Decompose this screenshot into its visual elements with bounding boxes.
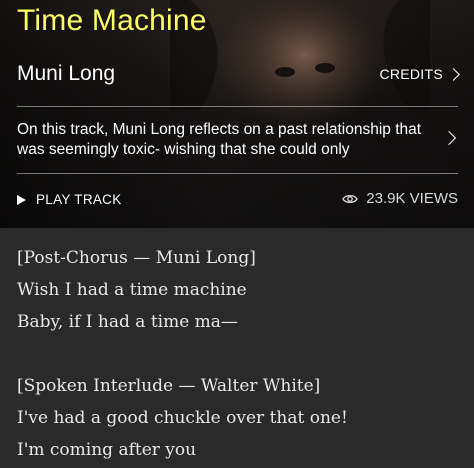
song-title: Time Machine xyxy=(17,4,207,37)
divider xyxy=(17,173,458,174)
lyric-section-header: [Post-Chorus — Muni Long] xyxy=(17,248,256,268)
lyric-line[interactable]: I've had a good chuckle over that one! xyxy=(17,404,467,436)
credits-label: CREDITS xyxy=(379,66,443,82)
lyric-line[interactable]: Baby, if I had a time ma— xyxy=(17,308,467,340)
lyric-line[interactable]: I'm coming after you xyxy=(17,436,467,468)
chevron-right-icon xyxy=(447,67,460,81)
artist-name[interactable]: Muni Long xyxy=(17,62,115,86)
cover-art-photo xyxy=(170,0,430,110)
lyrics-section: [Post-Chorus — Muni Long] Wish I had a t… xyxy=(17,244,467,468)
views-count: 23.9K VIEWS xyxy=(342,190,458,207)
play-track-button[interactable]: PLAY TRACK xyxy=(17,192,122,207)
lyric-section-header: [Spoken Interlude — Walter White] xyxy=(17,376,321,396)
lyric-line[interactable]: Wish I had a time machine xyxy=(17,276,467,308)
lyric-gap xyxy=(17,340,467,372)
divider xyxy=(17,106,458,107)
song-about-text[interactable]: On this track, Muni Long reflects on a p… xyxy=(17,120,437,160)
credits-button[interactable]: CREDITS xyxy=(379,66,460,82)
song-header: Time Machine Muni Long CREDITS On this t… xyxy=(0,0,474,228)
chevron-right-icon[interactable] xyxy=(441,130,457,146)
views-label: 23.9K VIEWS xyxy=(366,190,458,207)
play-icon xyxy=(17,194,26,205)
eye-icon xyxy=(342,194,359,203)
play-track-label: PLAY TRACK xyxy=(36,192,122,207)
